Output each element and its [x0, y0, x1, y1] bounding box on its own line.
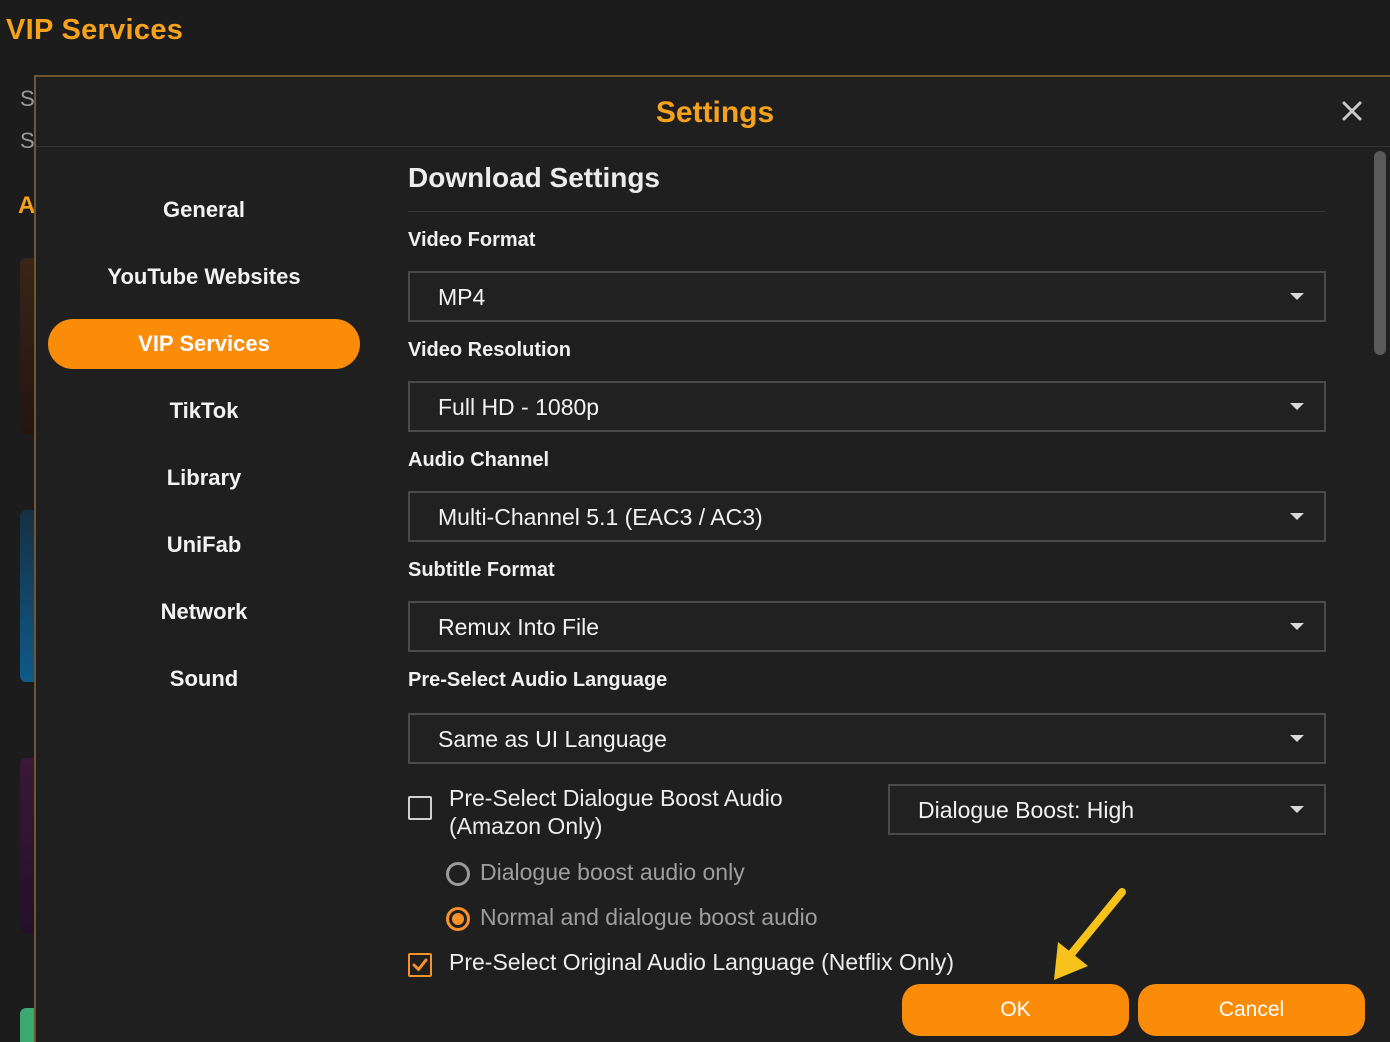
video-format-value: MP4 — [438, 284, 486, 310]
audio-language-value: Same as UI Language — [438, 726, 667, 752]
dialogue-boost-row: Pre-Select Dialogue Boost Audio (Amazon … — [408, 784, 1326, 854]
netflix-original-row: Pre-Select Original Audio Language (Netf… — [408, 944, 1326, 989]
video-format-label: Video Format — [408, 229, 536, 251]
section-divider — [408, 211, 1326, 212]
dialogue-boost-level-select[interactable]: Dialogue Boost: High — [888, 784, 1326, 835]
dialogue-boost-label-line1: Pre-Select Dialogue Boost Audio — [449, 785, 783, 811]
netflix-original-label: Pre-Select Original Audio Language (Netf… — [449, 949, 954, 975]
settings-content: Download Settings Video Format MP4 Video… — [408, 161, 1326, 989]
nav-item-general[interactable]: General — [48, 185, 360, 235]
nav-item-library[interactable]: Library — [48, 453, 360, 503]
background-card — [20, 258, 34, 434]
dialogue-boost-label-line2: (Amazon Only) — [449, 813, 603, 839]
checkmark-icon — [412, 958, 428, 971]
settings-nav: General YouTube Websites VIP Services Ti… — [48, 185, 360, 721]
background-text-1: S — [20, 86, 35, 111]
section-title: Download Settings — [408, 162, 660, 193]
radio-normal-and-boost[interactable] — [446, 907, 470, 931]
audio-language-select[interactable]: Same as UI Language — [408, 713, 1326, 764]
background-card — [20, 1008, 34, 1042]
nav-item-unifab[interactable]: UniFab — [48, 520, 360, 570]
subtitle-format-value: Remux Into File — [438, 614, 600, 640]
app-page-title: VIP Services — [6, 14, 184, 46]
chevron-down-icon — [1290, 403, 1304, 410]
boost-option-row: Normal and dialogue boost audio — [408, 899, 1326, 944]
radio-label: Dialogue boost audio only — [480, 859, 745, 885]
nav-item-network[interactable]: Network — [48, 587, 360, 637]
audio-language-label: Pre-Select Audio Language — [408, 669, 668, 691]
video-format-select[interactable]: MP4 — [408, 271, 1326, 322]
netflix-original-checkbox[interactable] — [408, 953, 432, 977]
settings-dialog: Settings General YouTube Websites VIP Se… — [34, 75, 1390, 1042]
chevron-down-icon — [1290, 806, 1304, 813]
boost-option-row: Dialogue boost audio only — [408, 854, 1326, 899]
nav-item-sound[interactable]: Sound — [48, 654, 360, 704]
dialog-title: Settings — [655, 96, 775, 129]
chevron-down-icon — [1290, 735, 1304, 742]
audio-channel-label: Audio Channel — [408, 449, 550, 471]
video-resolution-value: Full HD - 1080p — [438, 394, 600, 420]
ok-button[interactable]: OK — [902, 984, 1129, 1036]
background-heading: A — [18, 192, 36, 219]
nav-item-vip-services[interactable]: VIP Services — [48, 319, 360, 369]
chevron-down-icon — [1290, 623, 1304, 630]
nav-item-youtube-websites[interactable]: YouTube Websites — [48, 252, 360, 302]
video-resolution-label: Video Resolution — [408, 339, 571, 361]
background-text-2: S — [20, 128, 35, 153]
audio-channel-select[interactable]: Multi-Channel 5.1 (EAC3 / AC3) — [408, 491, 1326, 542]
chevron-down-icon — [1290, 513, 1304, 520]
radio-dialogue-boost-only[interactable] — [446, 862, 470, 886]
audio-channel-value: Multi-Channel 5.1 (EAC3 / AC3) — [438, 504, 763, 530]
dialogue-boost-checkbox[interactable] — [408, 796, 432, 820]
background-card — [20, 510, 34, 682]
cancel-button[interactable]: Cancel — [1138, 984, 1365, 1036]
dialogue-boost-level-value: Dialogue Boost: High — [918, 797, 1135, 823]
dialog-header: Settings — [36, 77, 1390, 147]
app-window: VIP Services S S A Settings General YouT… — [0, 0, 1390, 1042]
close-icon[interactable] — [1340, 99, 1364, 123]
background-card — [20, 758, 34, 934]
radio-label: Normal and dialogue boost audio — [480, 904, 818, 930]
chevron-down-icon — [1290, 293, 1304, 300]
subtitle-format-select[interactable]: Remux Into File — [408, 601, 1326, 652]
nav-item-tiktok[interactable]: TikTok — [48, 386, 360, 436]
subtitle-format-label: Subtitle Format — [408, 559, 555, 581]
dialogue-boost-label: Pre-Select Dialogue Boost Audio (Amazon … — [449, 784, 783, 840]
video-resolution-select[interactable]: Full HD - 1080p — [408, 381, 1326, 432]
scrollbar-thumb[interactable] — [1374, 151, 1386, 355]
